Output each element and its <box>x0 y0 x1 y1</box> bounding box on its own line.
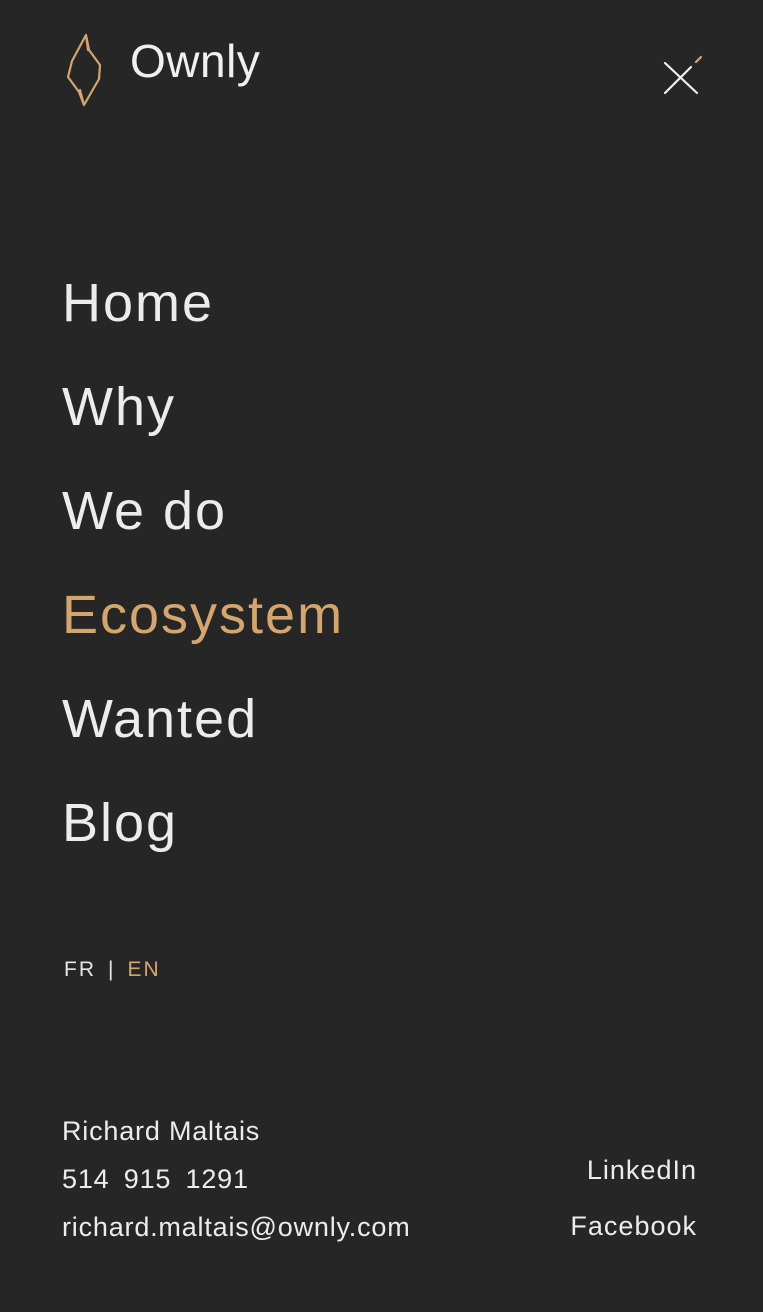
menu-item-we-do[interactable]: We do <box>62 474 344 578</box>
close-icon <box>663 55 703 95</box>
menu-item-ecosystem[interactable]: Ecosystem <box>62 578 344 682</box>
contact-email[interactable]: richard.maltais@ownly.com <box>62 1210 411 1258</box>
facebook-link[interactable]: Facebook <box>570 1208 697 1264</box>
menu-item-home[interactable]: Home <box>62 266 344 370</box>
menu-item-blog[interactable]: Blog <box>62 786 344 890</box>
lightning-bolt-icon <box>66 33 102 107</box>
logo[interactable]: Ownly <box>62 32 260 108</box>
menu-item-why[interactable]: Why <box>62 370 344 474</box>
contact-name: Richard Maltais <box>62 1116 261 1146</box>
linkedin-link[interactable]: LinkedIn <box>570 1152 697 1208</box>
menu-item-wanted[interactable]: Wanted <box>62 682 344 786</box>
language-switcher: FR | EN <box>64 958 161 982</box>
contact-info: Richard Maltais 514 915 1291 richard.mal… <box>62 1114 411 1258</box>
social-links: LinkedIn Facebook <box>570 1152 697 1264</box>
contact-phone[interactable]: 514 915 1291 <box>62 1162 411 1210</box>
close-button[interactable] <box>660 55 706 97</box>
language-en-link[interactable]: EN <box>127 958 160 981</box>
language-fr-link[interactable]: FR <box>64 958 96 981</box>
language-separator: | <box>108 958 116 981</box>
brand-name: Ownly <box>130 35 261 87</box>
menu-list: Home Why We do Ecosystem Wanted Blog <box>62 266 344 890</box>
